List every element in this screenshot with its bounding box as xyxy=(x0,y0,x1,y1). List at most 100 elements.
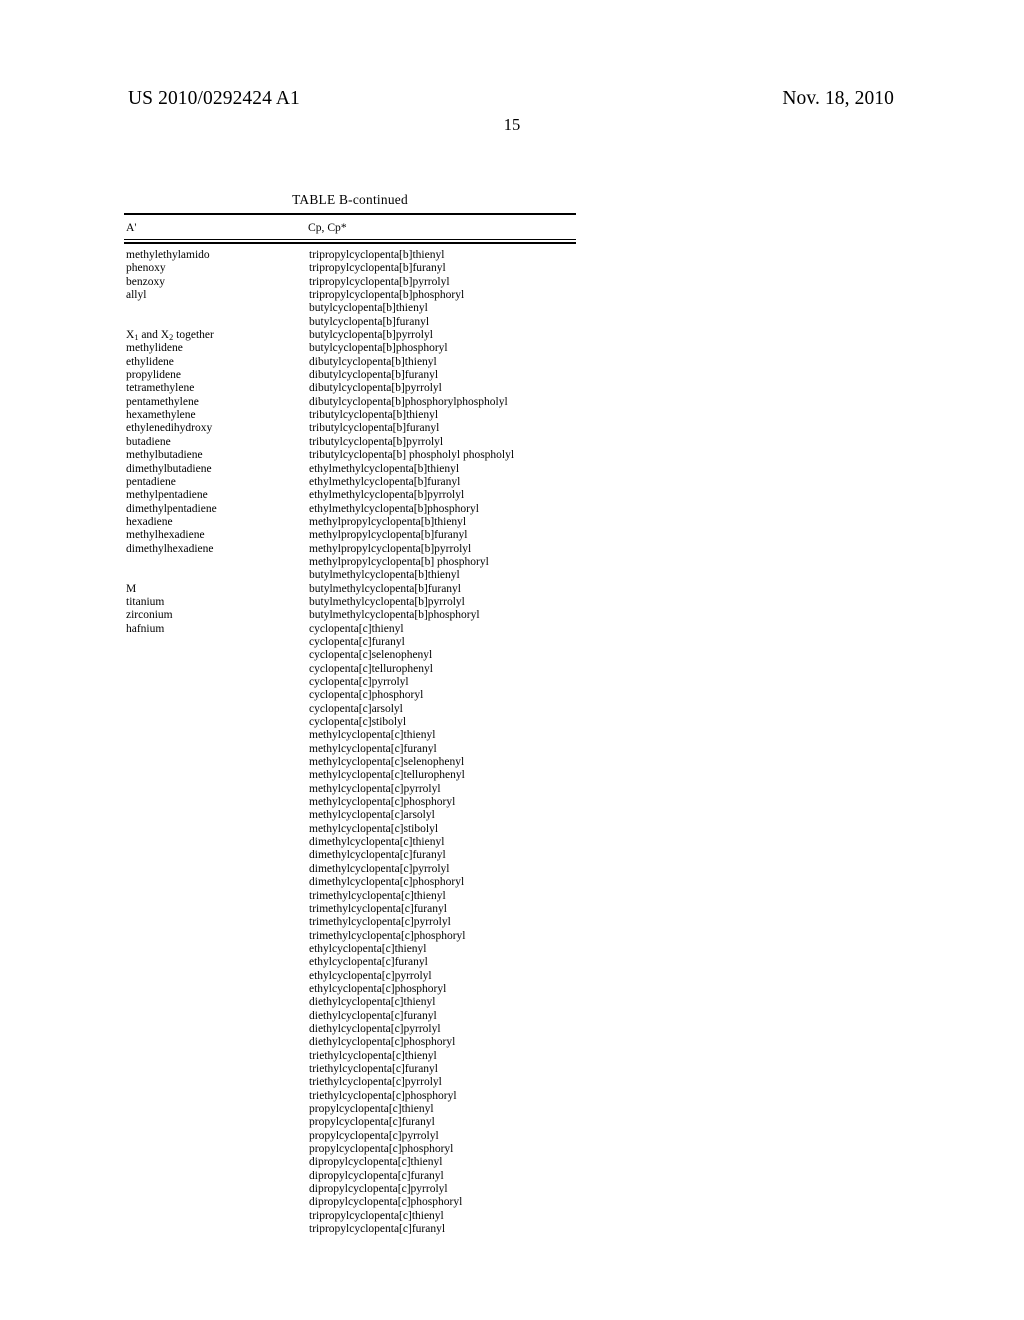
cell-cp: ethylcyclopenta[c]furanyl xyxy=(309,956,428,969)
table-row: dimethylcyclopenta[c]furanyl xyxy=(124,849,576,862)
table-row: dipropylcyclopenta[c]pyrrolyl xyxy=(124,1183,576,1196)
table-row: tripropylcyclopenta[c]thienyl xyxy=(124,1210,576,1223)
table-row: hafnium cyclopenta[c]thienyl xyxy=(124,623,576,636)
cell-a-prime xyxy=(124,676,308,689)
table-row: butylmethylcyclopenta[b]thienyl xyxy=(124,569,576,582)
cell-cp: dipropylcyclopenta[c]thienyl xyxy=(309,1156,443,1169)
table-row: cyclopenta[c]pyrrolyl xyxy=(124,676,576,689)
cell-cp: diethylcyclopenta[c]thienyl xyxy=(309,996,436,1009)
table-body: methylethylamido tripropylcyclopenta[b]th… xyxy=(124,244,576,1236)
table-row: trimethylcyclopenta[c]thienyl xyxy=(124,890,576,903)
cell-cp: cyclopenta[c]pyrrolyl xyxy=(309,676,409,688)
cell-cp: diethylcyclopenta[c]pyrrolyl xyxy=(309,1022,441,1035)
cell-a-prime xyxy=(124,649,308,662)
cell-cp: cyclopenta[c]thienyl xyxy=(309,622,404,635)
table-row: dimethylhexadiene methylpropylcyclopenta[… xyxy=(124,543,576,556)
publication-date: Nov. 18, 2010 xyxy=(782,88,894,109)
cell-a-prime xyxy=(124,983,308,996)
cell-cp: dimethylcyclopenta[c]pyrrolyl xyxy=(309,862,450,875)
cell-a-prime xyxy=(124,796,308,809)
cell-cp: methylcyclopenta[c]stibolyl xyxy=(309,822,439,835)
cell-cp: methylcyclopenta[c]selenophenyl xyxy=(309,756,465,769)
cell-cp: methylcyclopenta[c]pyrrolyl xyxy=(309,782,441,795)
cell-a-prime: benzoxy xyxy=(126,275,165,288)
cell-a-prime xyxy=(124,1170,308,1183)
table-row: propylcyclopenta[c]pyrrolyl xyxy=(124,1130,576,1143)
table-row: methylcyclopenta[c]stibolyl xyxy=(124,823,576,836)
table-row: benzoxy tripropylcyclopenta[b]pyrrolyl xyxy=(124,276,576,289)
table-row: triethylcyclopenta[c]furanyl xyxy=(124,1063,576,1076)
cell-a-prime xyxy=(124,1143,308,1156)
table-row: cyclopenta[c]phosphoryl xyxy=(124,689,576,702)
cell-a-prime xyxy=(124,890,308,903)
cell-cp: dibutylcyclopenta[b]phosphorylphospholyl xyxy=(309,395,508,408)
cell-a-prime: propylidene xyxy=(126,369,181,382)
cell-a-prime xyxy=(124,1050,308,1063)
cell-cp: triethylcyclopenta[c]phosphoryl xyxy=(309,1089,457,1102)
table-row: pentamethylene dibutylcyclopenta[b]phosph… xyxy=(124,396,576,409)
cell-a-prime: dimethylpentadiene xyxy=(126,502,217,515)
table-caption: TABLE B-continued xyxy=(292,192,408,207)
cell-cp: methylpropylcyclopenta[b]furanyl xyxy=(309,529,468,542)
table-row: diethylcyclopenta[c]furanyl xyxy=(124,1010,576,1023)
table-row: butylcyclopenta[b]thienyl xyxy=(124,302,576,315)
cell-cp: tripropylcyclopenta[b]pyrrolyl xyxy=(309,275,450,288)
cell-cp: trimethylcyclopenta[c]pyrrolyl xyxy=(309,916,451,929)
table-row: methylbutadiene tributylcyclopenta[b] pho… xyxy=(124,449,576,462)
cell-cp: tripropylcyclopenta[b]phosphoryl xyxy=(309,289,465,302)
table-row: diethylcyclopenta[c]thienyl xyxy=(124,996,576,1009)
table-row: methylhexadiene methylpropylcyclopenta[b]… xyxy=(124,529,576,542)
cell-cp: butylcyclopenta[b]phosphoryl xyxy=(309,342,448,355)
cell-cp: butylmethylcyclopenta[b]thienyl xyxy=(309,569,460,582)
table-row: ethylcyclopenta[c]phosphoryl xyxy=(124,983,576,996)
cell-a-prime xyxy=(124,1103,308,1116)
cell-cp: tributylcyclopenta[b] phospholyl phospho… xyxy=(309,449,515,462)
cell-cp: tributylcyclopenta[b]pyrrolyl xyxy=(309,435,444,448)
cell-cp: butylcyclopenta[b]pyrrolyl xyxy=(309,329,433,342)
cell-cp: propylcyclopenta[c]thienyl xyxy=(309,1103,434,1115)
cell-cp: triethylcyclopenta[c]thienyl xyxy=(309,1049,437,1062)
table-row: methylcyclopenta[c]selenophenyl xyxy=(124,756,576,769)
table-row: dipropylcyclopenta[c]phosphoryl xyxy=(124,1196,576,1209)
table-row: Mbutylmethylcyclopenta[b]furanyl xyxy=(124,583,576,596)
table-row: butadiene tributylcyclopenta[b]pyrrolyl xyxy=(124,436,576,449)
cell-a-prime xyxy=(124,823,308,836)
cell-cp: ethylmethylcyclopenta[b]thienyl xyxy=(309,462,460,475)
cell-a-prime: ethylenedihydroxy xyxy=(126,422,213,435)
cell-cp: butylcyclopenta[b]furanyl xyxy=(309,315,430,328)
cell-a-prime xyxy=(124,996,308,1009)
table-row: cyclopenta[c]arsolyl xyxy=(124,703,576,716)
cell-cp: dipropylcyclopenta[c]pyrrolyl xyxy=(309,1183,448,1196)
cell-a-prime: methylethylamido xyxy=(126,249,210,261)
cell-cp: trimethylcyclopenta[c]thienyl xyxy=(309,889,446,902)
table-row: allyl tripropylcyclopenta[b]phosphoryl xyxy=(124,289,576,302)
cell-cp: propylcyclopenta[c]phosphoryl xyxy=(309,1143,454,1156)
cell-cp: cyclopenta[c]phosphoryl xyxy=(309,689,424,702)
cell-cp: methylcyclopenta[c]furanyl xyxy=(309,742,437,755)
cell-a-prime xyxy=(124,876,308,889)
table-row: zirconium butylmethylcyclopenta[b]phospho… xyxy=(124,609,576,622)
cell-a-prime xyxy=(124,663,308,676)
cell-cp: ethylmethylcyclopenta[b]phosphoryl xyxy=(309,502,479,515)
cell-a-prime xyxy=(124,1010,308,1023)
table-row: hexadiene methylpropylcyclopenta[b]thieny… xyxy=(124,516,576,529)
cell-cp: dibutylcyclopenta[b]furanyl xyxy=(309,369,439,382)
cell-a-prime xyxy=(124,956,308,969)
cell-a-prime: hexamethylene xyxy=(126,409,196,422)
table-row: ethylcyclopenta[c]pyrrolyl xyxy=(124,970,576,983)
cell-cp: butylmethylcyclopenta[b]phosphoryl xyxy=(309,609,480,622)
table-row: methylethylamido tripropylcyclopenta[b]th… xyxy=(124,249,576,262)
cell-a-prime: ethylidene xyxy=(126,355,174,368)
table-row: phenoxy tripropylcyclopenta[b]furanyl xyxy=(124,262,576,275)
table-row: methylidene butylcyclopenta[b]phosphoryl xyxy=(124,342,576,355)
cell-a-prime xyxy=(124,556,308,569)
cell-cp: triethylcyclopenta[c]pyrrolyl xyxy=(309,1076,442,1089)
cell-a-prime xyxy=(124,569,308,582)
table-row: methylpropylcyclopenta[b] phosphoryl xyxy=(124,556,576,569)
table-row: dimethylcyclopenta[c]phosphoryl xyxy=(124,876,576,889)
cell-cp: cyclopenta[c]stibolyl xyxy=(309,716,407,729)
table-row: propylcyclopenta[c]thienyl xyxy=(124,1103,576,1116)
cell-cp: methylpropylcyclopenta[b]thienyl xyxy=(309,515,467,528)
cell-cp: diethylcyclopenta[c]furanyl xyxy=(309,1009,437,1022)
cell-cp: cyclopenta[c]furanyl xyxy=(309,635,405,648)
